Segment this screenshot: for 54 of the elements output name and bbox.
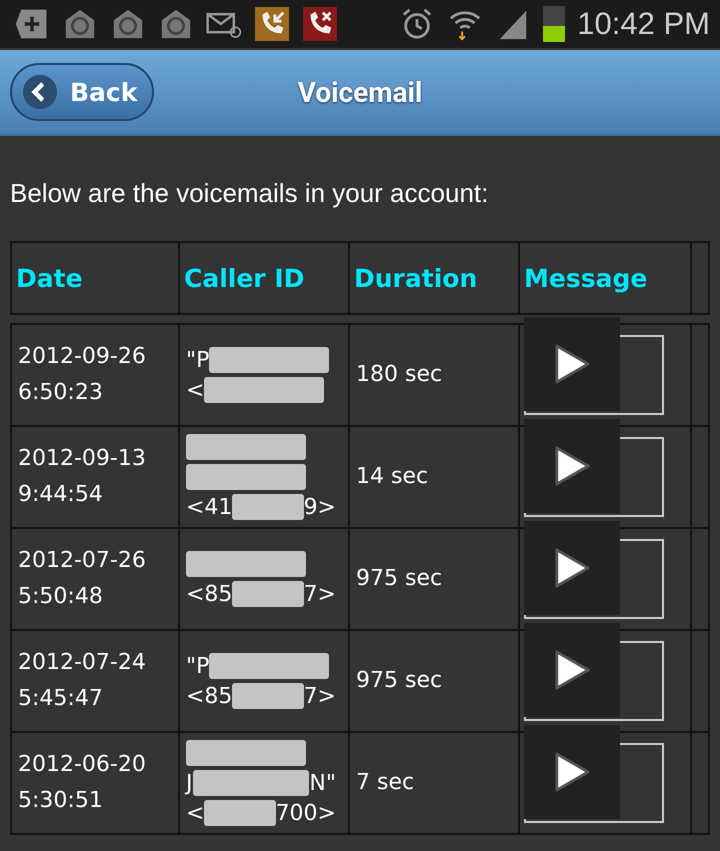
caller-id-text: <: [186, 378, 204, 402]
rejected-call-icon: [302, 7, 338, 41]
back-icon: [22, 74, 58, 110]
back-button[interactable]: Back: [10, 63, 154, 121]
time-text: 5:50:48: [18, 583, 104, 611]
caller-id-text: <85: [186, 582, 232, 606]
redaction-mark: [232, 683, 304, 709]
caller-id-text: J: [186, 770, 192, 796]
play-button[interactable]: [524, 419, 620, 513]
column-header: Message: [520, 243, 692, 313]
caller-id-text: "P: [186, 654, 210, 678]
column-header: Date: [12, 243, 180, 313]
play-icon: [553, 343, 591, 385]
duration-text: 14 sec: [356, 463, 430, 491]
caller-id-text: 9>: [304, 494, 336, 520]
battery-icon: [543, 6, 566, 42]
caller-id-text: 7>: [304, 582, 336, 606]
play-button[interactable]: [524, 623, 620, 717]
date-text: 2012-07-24: [18, 649, 147, 677]
time-text: 5:45:47: [18, 685, 104, 713]
duration-text: 975 sec: [356, 565, 444, 593]
caller-id-text: N": [309, 770, 336, 796]
missed-call-icon: [254, 7, 290, 41]
play-button[interactable]: [524, 317, 620, 411]
clock-time: 10:42 PM: [577, 6, 710, 42]
caller-id-text: <: [186, 800, 204, 826]
redaction-mark: [204, 800, 276, 826]
play-icon: [553, 547, 591, 589]
duration-text: 180 sec: [356, 361, 444, 389]
play-icon: [553, 751, 591, 793]
caller-id-text: 7>: [304, 684, 336, 708]
column-header: Caller ID: [180, 243, 350, 313]
play-icon: [553, 445, 591, 487]
column-header: Duration: [350, 243, 520, 313]
duration-text: 7 sec: [356, 769, 416, 797]
redaction-mark: [232, 581, 304, 607]
date-text: 2012-09-26: [18, 343, 147, 371]
redaction-mark: [232, 494, 304, 520]
time-text: 6:50:23: [18, 379, 104, 407]
page-title: Voicemail: [298, 76, 422, 108]
play-icon: [553, 649, 591, 691]
caller-id-text: "P: [186, 348, 210, 372]
duration-text: 975 sec: [356, 667, 444, 695]
play-button[interactable]: [524, 521, 620, 615]
date-text: 2012-09-13: [18, 445, 147, 473]
play-button[interactable]: [524, 725, 620, 819]
caller-id-text: 700>: [276, 800, 336, 826]
caller-id-text: <85: [186, 684, 232, 708]
date-text: 2012-07-26: [18, 547, 147, 575]
time-text: 9:44:54: [18, 481, 104, 509]
intro-text: Below are the voicemails in your account:: [10, 178, 490, 209]
caller-id-text: <41: [186, 494, 232, 520]
date-text: 2012-06-20: [18, 751, 147, 779]
time-text: 5:30:51: [18, 787, 104, 815]
